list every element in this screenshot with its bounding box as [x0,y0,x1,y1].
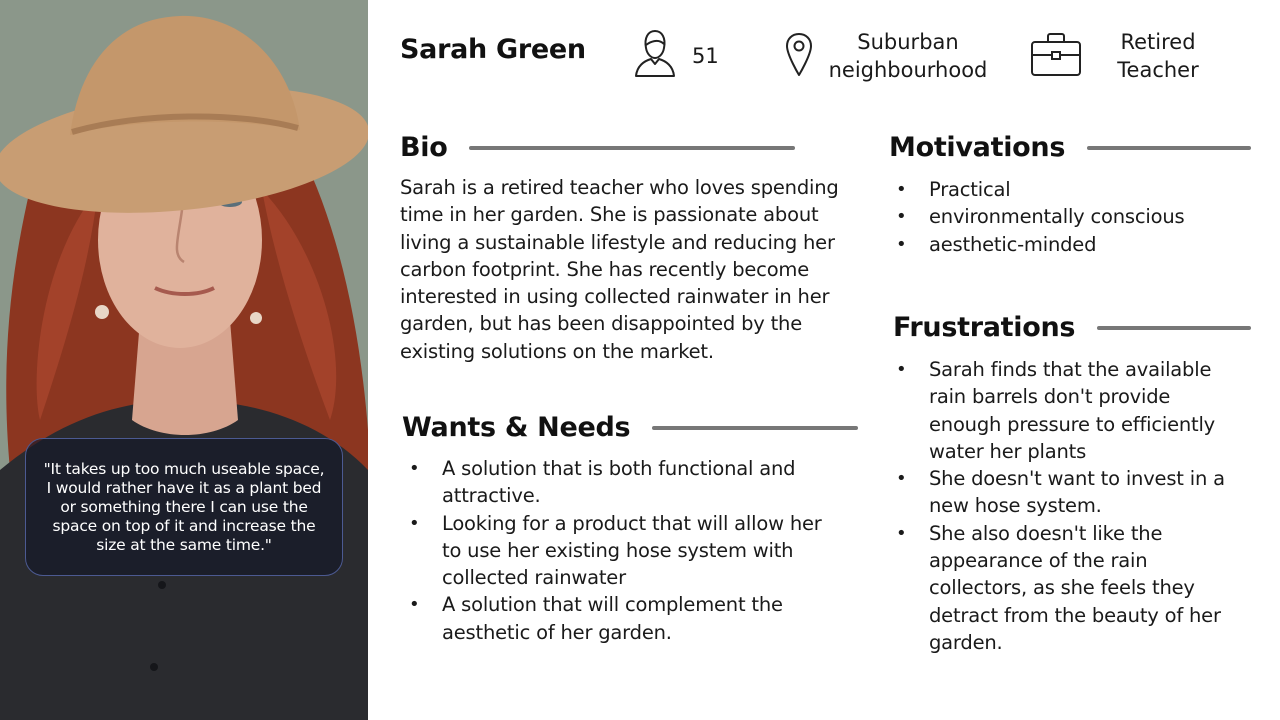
bio-heading-label: Bio [400,132,448,163]
motivations-heading: Motivations [889,132,1252,163]
portrait-illustration [0,0,368,720]
location-value: Suburban neighbourhood [828,30,988,82]
persona-name: Sarah Green [400,34,586,65]
wants-heading: Wants & Needs [402,412,859,443]
list-item: Practical [889,176,1259,204]
motivations-divider [1087,145,1252,150]
frustrations-heading-label: Frustrations [893,312,1076,343]
map-pin-icon [784,31,814,82]
occupation-stat: Retired Teacher [1030,28,1218,84]
persona-photo: "It takes up too much useable space, I w… [0,0,368,720]
list-item: Looking for a product that will allow he… [402,510,832,592]
age-stat: 51 [632,28,719,83]
frustrations-heading: Frustrations [893,312,1252,343]
motivations-list: Practical environmentally conscious aest… [889,176,1259,258]
location-stat: Suburban neighbourhood [784,28,992,84]
bio-text: Sarah is a retired teacher who loves spe… [400,176,839,363]
list-item: aesthetic-minded [889,231,1259,259]
list-item: Sarah finds that the available rain barr… [889,356,1241,465]
frustrations-list: Sarah finds that the available rain barr… [889,356,1241,656]
motivations-heading-label: Motivations [889,132,1066,163]
persona-quote: "It takes up too much useable space, I w… [43,459,325,554]
wants-divider [652,425,859,430]
list-item: She also doesn't like the appearance of … [889,520,1241,656]
briefcase-icon [1030,31,1082,82]
bio-heading: Bio [400,132,796,163]
wants-list: A solution that is both functional and a… [402,455,832,646]
occupation-value: Retired Teacher [1117,30,1199,82]
quote-box: "It takes up too much useable space, I w… [25,438,343,576]
age-value: 51 [692,43,719,68]
wants-heading-label: Wants & Needs [402,412,631,443]
bio-divider [469,145,796,150]
list-item: A solution that is both functional and a… [402,455,832,510]
frustrations-divider [1097,325,1252,330]
list-item: A solution that will complement the aest… [402,591,832,646]
list-item: She doesn't want to invest in a new hose… [889,465,1241,520]
person-icon [632,28,678,83]
list-item: environmentally conscious [889,203,1259,231]
